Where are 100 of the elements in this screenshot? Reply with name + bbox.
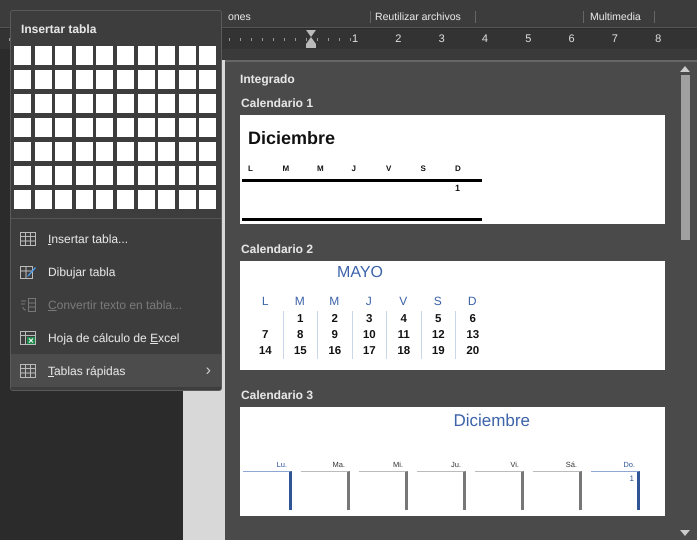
grid-cell[interactable] xyxy=(55,142,72,161)
month-title: Diciembre xyxy=(452,410,531,432)
weekday-label: M xyxy=(282,164,290,175)
scroll-up-icon[interactable] xyxy=(680,66,690,72)
grid-cell[interactable] xyxy=(34,142,52,161)
grid-cell[interactable] xyxy=(116,142,134,161)
grid-cell[interactable] xyxy=(76,70,93,89)
calendar-preview[interactable]: MAYO L 7 14 M 1 8 15 M 2 9 16 J 3 10 17 V 4 11 18 S 5 12 19 D 6 13 20 xyxy=(240,261,665,370)
grid-cell[interactable] xyxy=(34,94,52,113)
grid-cell[interactable] xyxy=(199,46,216,65)
chevron-icon: › xyxy=(206,362,211,380)
grid-cell[interactable] xyxy=(55,118,72,137)
grid-cell[interactable] xyxy=(199,166,216,185)
grid-cell[interactable] xyxy=(34,70,52,89)
grid-cell[interactable] xyxy=(116,166,134,185)
grid-cell[interactable] xyxy=(116,70,134,89)
grid-cell[interactable] xyxy=(116,190,134,209)
grid-cell[interactable] xyxy=(138,70,155,89)
grid-cell[interactable] xyxy=(76,166,93,185)
grid-cell[interactable] xyxy=(138,118,155,137)
template-name: Calendario 1 xyxy=(240,95,314,112)
grid-cell[interactable] xyxy=(14,142,31,161)
menu-item[interactable]: Dibujar tabla xyxy=(11,255,221,288)
grid-cell[interactable] xyxy=(76,118,93,137)
grid-cell[interactable] xyxy=(14,166,31,185)
grid-cell[interactable] xyxy=(178,46,196,65)
grid-cell[interactable] xyxy=(158,166,176,185)
table-icon xyxy=(20,364,36,378)
day-number: 2 xyxy=(332,313,338,325)
grid-cell[interactable] xyxy=(138,166,155,185)
grid-cell[interactable] xyxy=(158,118,176,137)
grid-cell[interactable] xyxy=(158,70,176,89)
weekday-label: J xyxy=(366,294,372,308)
grid-cell[interactable] xyxy=(34,190,52,209)
grid-cell[interactable] xyxy=(34,118,52,137)
grid-cell[interactable] xyxy=(158,142,176,161)
grid-cell[interactable] xyxy=(158,46,176,65)
grid-cell[interactable] xyxy=(55,166,72,185)
grid-cell[interactable] xyxy=(34,46,52,65)
grid-cell[interactable] xyxy=(178,166,196,185)
grid-cell[interactable] xyxy=(138,142,155,161)
grid-cell[interactable] xyxy=(178,142,196,161)
calendar-preview[interactable]: Diciembre L M M J V S D 1 xyxy=(240,115,665,224)
day-number: 10 xyxy=(362,329,376,341)
grid-cell[interactable] xyxy=(96,118,114,137)
grid-cell[interactable] xyxy=(96,70,114,89)
grid-cell[interactable] xyxy=(55,70,72,89)
scroll-thumb[interactable] xyxy=(680,75,690,240)
grid-cell[interactable] xyxy=(76,190,93,209)
grid-cell[interactable] xyxy=(14,46,31,65)
grid-cell[interactable] xyxy=(96,166,114,185)
grid-cell[interactable] xyxy=(116,94,134,113)
grid-cell[interactable] xyxy=(199,70,216,89)
section-heading: Integrado xyxy=(240,72,296,88)
grid-cell[interactable] xyxy=(178,70,196,89)
grid-cell[interactable] xyxy=(199,118,216,137)
ruler-number: 2 xyxy=(395,33,439,45)
grid-cell[interactable] xyxy=(96,46,114,65)
indent-marker-icon[interactable] xyxy=(306,30,316,48)
grid-cell[interactable] xyxy=(96,190,114,209)
grid-cell[interactable] xyxy=(199,190,216,209)
grid-cell[interactable] xyxy=(14,94,31,113)
grid-cell[interactable] xyxy=(138,190,155,209)
grid-cell[interactable] xyxy=(14,190,31,209)
day-number: 16 xyxy=(328,345,342,357)
grid-cell[interactable] xyxy=(178,190,196,209)
grid-cell[interactable] xyxy=(96,142,114,161)
grid-cell[interactable] xyxy=(138,46,155,65)
grid-cell[interactable] xyxy=(138,94,155,113)
pencil-table-icon xyxy=(20,264,36,278)
grid-cell[interactable] xyxy=(116,46,134,65)
day-number: 14 xyxy=(258,345,272,357)
grid-cell[interactable] xyxy=(14,118,31,137)
grid-cell[interactable] xyxy=(116,118,134,137)
day-number: 12 xyxy=(432,329,445,341)
grid-cell[interactable] xyxy=(55,190,72,209)
grid-cell[interactable] xyxy=(199,94,216,113)
grid-cell[interactable] xyxy=(76,94,93,113)
convert-icon xyxy=(20,298,36,312)
grid-cell[interactable] xyxy=(178,118,196,137)
grid-cell[interactable] xyxy=(14,70,31,89)
scroll-down-icon[interactable] xyxy=(680,530,690,536)
day-number: 15 xyxy=(294,345,307,357)
grid-cell[interactable] xyxy=(178,94,196,113)
grid-cell[interactable] xyxy=(199,142,216,161)
grid-cell[interactable] xyxy=(158,94,176,113)
grid-cell[interactable] xyxy=(76,142,93,161)
grid-cell[interactable] xyxy=(55,46,72,65)
day-number: 7 xyxy=(262,329,268,341)
menu-item[interactable]: Tablas rápidas › xyxy=(11,354,221,387)
menu-item[interactable]: Hoja de cálculo de Excel xyxy=(11,321,221,354)
weekday-label: D xyxy=(455,164,461,175)
grid-cell[interactable] xyxy=(76,46,93,65)
weekday-label: V xyxy=(399,294,408,308)
menu-item[interactable]: Insertar tabla... xyxy=(11,222,221,255)
grid-cell[interactable] xyxy=(55,94,72,113)
grid-cell[interactable] xyxy=(96,94,114,113)
grid-cell[interactable] xyxy=(158,190,176,209)
grid-cell[interactable] xyxy=(34,166,52,185)
ribbon-group-label: Reutilizar archivos xyxy=(370,11,476,23)
